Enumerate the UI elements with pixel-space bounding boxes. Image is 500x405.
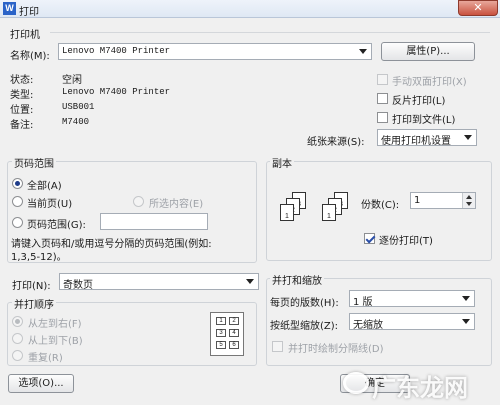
print-what-dropdown[interactable]: 奇数页	[59, 273, 259, 291]
print-order-preview: 1 2 3 4 5 6	[210, 312, 244, 356]
arrow-down-icon	[466, 202, 472, 206]
draw-separator-checkbox[interactable]	[272, 341, 283, 352]
page-range-group-label: 页码范围	[12, 155, 56, 170]
left-to-right-radio[interactable]	[12, 316, 23, 327]
page-range-all-label: 全部(A)	[27, 181, 62, 192]
paper-source-value: 使用打印机设置	[381, 136, 451, 147]
watermark-logo-icon	[343, 372, 369, 394]
printer-group-label: 打印机	[10, 30, 40, 41]
page-numbers-input[interactable]	[100, 213, 208, 230]
watermark-text: 广东龙网	[372, 374, 468, 402]
manual-duplex-label: 手动双面打印(X)	[392, 77, 467, 88]
left-to-right-label: 从左到右(F)	[28, 319, 82, 330]
pages-per-sheet-label: 每页的版数(H):	[270, 298, 339, 309]
copies-count-label: 份数(C):	[361, 200, 400, 211]
chevron-down-icon	[359, 49, 367, 54]
paper-source-label: 纸张来源(S):	[307, 137, 365, 148]
repeat-radio[interactable]	[12, 350, 23, 361]
manual-duplex-checkbox[interactable]	[377, 74, 388, 85]
current-page-label: 当前页(U)	[27, 199, 73, 210]
printer-comment-value: M7400	[62, 117, 90, 127]
printer-type-label: 类型:	[10, 90, 34, 101]
window-title: 打印	[19, 7, 39, 18]
preview-cell: 2	[229, 317, 239, 325]
title-bar	[0, 0, 500, 18]
printer-name-dropdown[interactable]: Lenovo M7400 Printer	[58, 43, 372, 60]
printer-group-divider	[50, 32, 490, 33]
page-numbers-label: 页码范围(G):	[27, 220, 86, 231]
paper-source-dropdown[interactable]: 使用打印机设置	[377, 129, 477, 147]
copies-count-value: 1	[414, 195, 421, 206]
printer-location-value: USB001	[62, 102, 95, 112]
copies-group-label: 副本	[270, 155, 294, 170]
scale-to-paper-label: 按纸型缩放(Z):	[270, 321, 339, 332]
close-button[interactable]: ✕	[458, 0, 498, 16]
preview-cell: 4	[229, 329, 239, 337]
page-range-all-radio[interactable]	[12, 178, 23, 189]
zoom-group-label: 并打和缩放	[270, 272, 324, 287]
page-numbers-radio[interactable]	[12, 217, 23, 228]
wps-app-icon: W	[3, 2, 16, 15]
top-to-bottom-label: 从上到下(B)	[28, 336, 83, 347]
preview-cell: 1	[216, 317, 226, 325]
pages-per-sheet-value: 1 版	[353, 297, 373, 308]
spinner-buttons[interactable]	[462, 193, 475, 208]
top-to-bottom-radio[interactable]	[12, 333, 23, 344]
printer-location-label: 位置:	[10, 105, 34, 116]
draw-separator-label: 并打时绘制分隔线(D)	[288, 344, 384, 355]
chevron-down-icon	[246, 279, 254, 284]
collate-page-icon: 1	[322, 204, 336, 221]
printer-name-value: Lenovo M7400 Printer	[62, 46, 171, 56]
current-page-radio[interactable]	[12, 196, 23, 207]
print-what-value: 奇数页	[63, 280, 93, 291]
printer-comment-label: 备注:	[10, 120, 34, 131]
page-range-hint-line2: 1,3,5-12)。	[11, 252, 67, 263]
options-button[interactable]: 选项(O)...	[8, 374, 74, 393]
print-to-file-checkbox[interactable]	[377, 112, 388, 123]
collate-page-icon: 1	[280, 204, 294, 221]
selection-radio[interactable]	[133, 196, 144, 207]
preview-cell: 5	[216, 341, 226, 349]
print-order-group-label: 并打顺序	[12, 296, 56, 311]
printer-status-label: 状态:	[10, 75, 34, 86]
selection-label: 所选内容(E)	[149, 199, 204, 210]
reverse-print-checkbox[interactable]	[377, 93, 388, 104]
print-what-label: 打印(N):	[12, 281, 51, 292]
repeat-label: 重复(R)	[28, 353, 63, 364]
collate-label: 逐份打印(T)	[379, 236, 433, 247]
preview-cell: 3	[216, 329, 226, 337]
collate-checkbox[interactable]	[364, 233, 375, 244]
preview-cell: 6	[229, 341, 239, 349]
chevron-down-icon	[462, 319, 470, 324]
printer-status-value: 空闲	[62, 75, 82, 86]
arrow-up-icon	[466, 195, 472, 199]
copies-count-spinner[interactable]: 1	[410, 192, 476, 209]
chevron-down-icon	[462, 296, 470, 301]
printer-type-value: Lenovo M7400 Printer	[62, 87, 171, 97]
chevron-down-icon	[464, 135, 472, 140]
scale-to-paper-dropdown[interactable]: 无缩放	[349, 313, 475, 331]
printer-name-label: 名称(M):	[10, 51, 50, 62]
print-to-file-label: 打印到文件(L)	[392, 115, 456, 126]
scale-to-paper-value: 无缩放	[353, 320, 383, 331]
reverse-print-label: 反片打印(L)	[392, 96, 446, 107]
properties-button[interactable]: 属性(P)...	[381, 42, 475, 61]
pages-per-sheet-dropdown[interactable]: 1 版	[349, 290, 475, 308]
